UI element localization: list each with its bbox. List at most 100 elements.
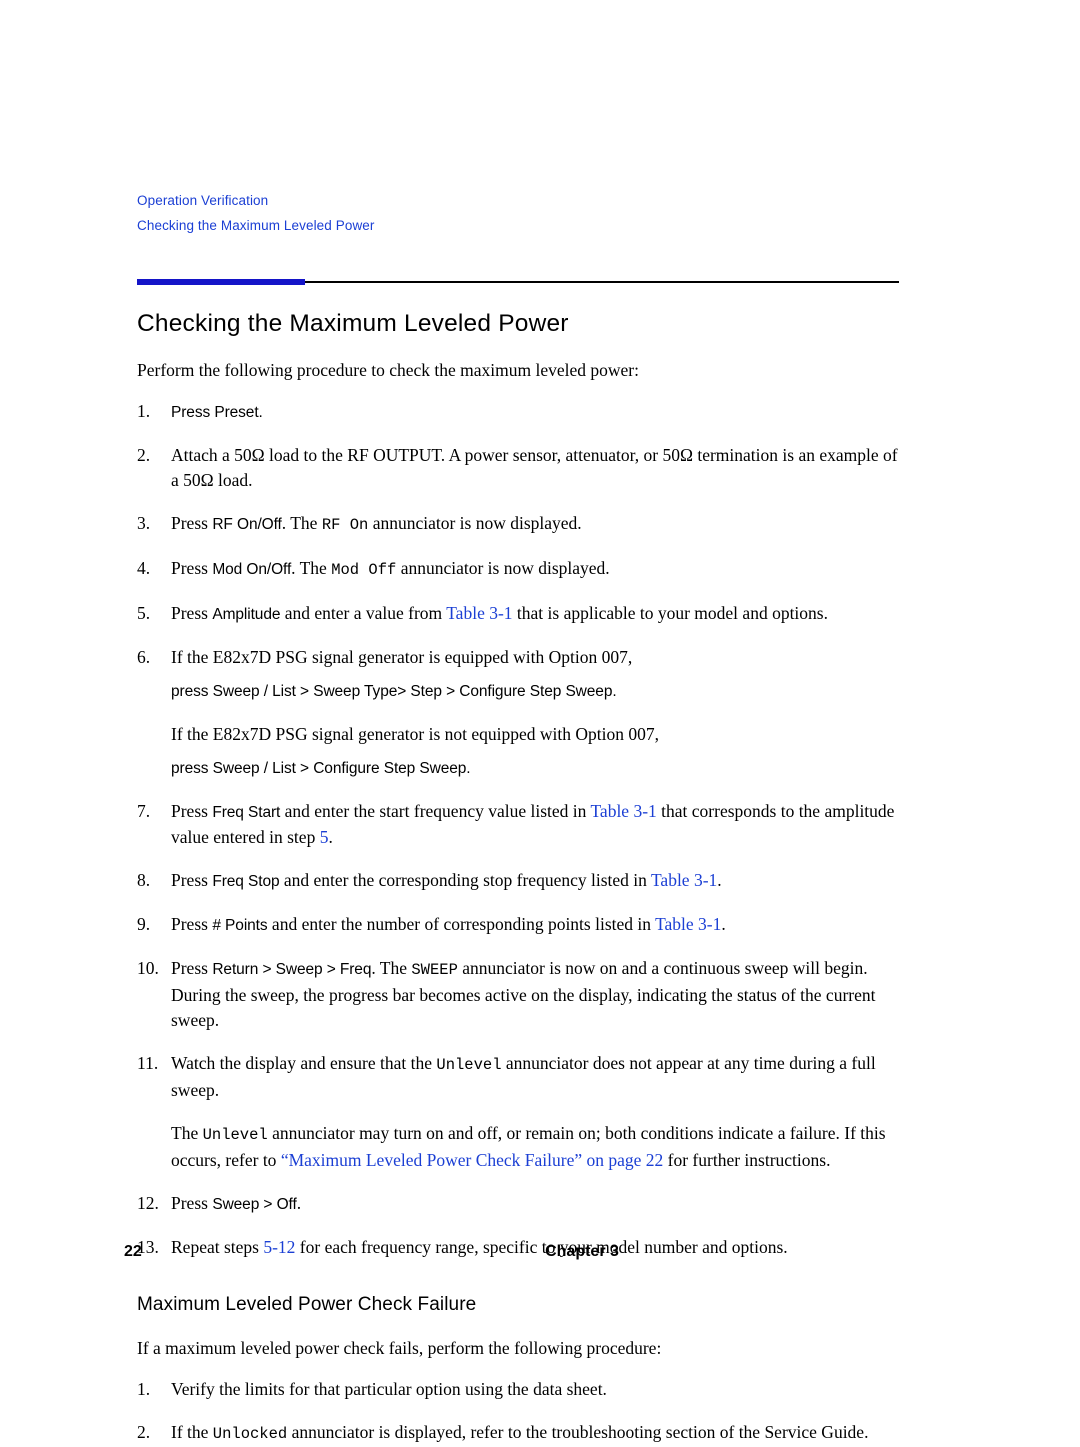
step5-text-c: that is applicable to your model and opt… xyxy=(512,603,828,623)
step12-softkey: Sweep > Off xyxy=(212,1196,297,1213)
step7-text-d: . xyxy=(328,827,333,847)
step11-annunciator: Unlevel xyxy=(436,1056,502,1074)
list-item-text: Press Amplitude and enter a value from T… xyxy=(171,603,828,623)
list-item-number: 4. xyxy=(137,558,151,578)
header-rule-black xyxy=(305,281,899,283)
step5-text-a: Press xyxy=(171,603,213,623)
list-item-text: Press RF On/Off. The RF On annunciator i… xyxy=(171,513,582,534)
table-cross-reference-link[interactable]: Table 3-1 xyxy=(655,914,721,934)
list-item-number: 1. xyxy=(137,1379,151,1399)
step11-paragraph-2: The Unlevel annunciator may turn on and … xyxy=(171,1121,899,1173)
list-item: 4. Press Mod On/Off. The Mod Off annunci… xyxy=(137,556,899,583)
list-item: 2. Attach a 50Ω load to the RF OUTPUT. A… xyxy=(137,443,899,493)
step10-text-a: Press xyxy=(171,958,213,978)
step3-softkey: RF On/Off xyxy=(212,516,282,533)
list-item-number: 2. xyxy=(137,445,151,465)
step9-text-c: . xyxy=(721,914,726,934)
list-item-number: 9. xyxy=(137,914,151,934)
step3-text-a: Press xyxy=(171,513,213,533)
step7-text-b: and enter the start frequency value list… xyxy=(280,801,591,821)
list-item-text: Press Freq Start and enter the start fre… xyxy=(171,801,894,847)
list-item-text: If the E82x7D PSG signal generator is eq… xyxy=(171,647,899,781)
list-item-number: 12. xyxy=(137,1193,159,1213)
document-page: Operation Verification Checking the Maxi… xyxy=(0,0,1080,1443)
step8-text-a: Press xyxy=(171,870,213,890)
table-cross-reference-link[interactable]: Table 3-1 xyxy=(590,801,656,821)
list-item-text: Press Freq Stop and enter the correspond… xyxy=(171,870,722,890)
step7-text-a: Press xyxy=(171,801,213,821)
list-item-text: If the Unlocked annunciator is displayed… xyxy=(171,1422,869,1443)
list-item: 11. Watch the display and ensure that th… xyxy=(137,1051,899,1173)
page-title: Checking the Maximum Leveled Power xyxy=(137,310,569,337)
list-item-text: Attach a 50Ω load to the RF OUTPUT. A po… xyxy=(171,445,898,490)
subsection-intro: If a maximum leveled power check fails, … xyxy=(137,1338,662,1358)
step11-p2-annunciator: Unlevel xyxy=(202,1126,268,1144)
step11-p2-text-a: The xyxy=(171,1123,203,1143)
list-item-text: Press Sweep > Off. xyxy=(171,1193,301,1213)
header-subsection-title: Checking the Maximum Leveled Power xyxy=(137,218,375,233)
list-item-number: 3. xyxy=(137,513,151,533)
step6-keypath-2: press Sweep / List > Configure Step Swee… xyxy=(171,760,471,777)
failure-procedure-list: 1. Verify the limits for that particular… xyxy=(137,1377,899,1447)
intro-paragraph: Perform the following procedure to check… xyxy=(137,360,639,380)
list-item: 10. Press Return > Sweep > Freq. The SWE… xyxy=(137,956,899,1033)
list-item: 3. Press RF On/Off. The RF On annunciato… xyxy=(137,511,899,538)
running-header: Operation Verification Checking the Maxi… xyxy=(137,188,897,238)
header-rule xyxy=(137,279,899,285)
list-item-number: 6. xyxy=(137,647,151,667)
list-item: 9. Press # Points and enter the number o… xyxy=(137,912,899,938)
subsection-title: Maximum Leveled Power Check Failure xyxy=(137,1294,477,1315)
list-item: 1. Verify the limits for that particular… xyxy=(137,1377,899,1402)
step4-text-a: Press xyxy=(171,558,213,578)
list-item: 1. Press Preset. xyxy=(137,399,899,425)
step4-text-c: annunciator is now displayed. xyxy=(396,558,610,578)
step12-text-a: Press xyxy=(171,1193,213,1213)
step12-text-b: . xyxy=(296,1193,302,1213)
step3-annunciator: RF On xyxy=(321,516,369,534)
list-item-number: 2. xyxy=(137,1422,151,1442)
footer-chapter-label: Chapter 3 xyxy=(545,1243,619,1260)
list-item: 8. Press Freq Stop and enter the corresp… xyxy=(137,868,899,894)
step6-keypath-1: press Sweep / List > Sweep Type> Step > … xyxy=(171,683,617,700)
list-item-text: Press Preset. xyxy=(171,401,263,421)
failure-step2-annunciator: Unlocked xyxy=(212,1425,288,1443)
step8-text-c: . xyxy=(717,870,722,890)
list-item: 6. If the E82x7D PSG signal generator is… xyxy=(137,645,899,781)
list-item-text: Press # Points and enter the number of c… xyxy=(171,914,726,934)
step11-p2-text-c: for further instructions. xyxy=(663,1150,831,1170)
list-item-number: 1. xyxy=(137,401,151,421)
step4-softkey: Mod On/Off xyxy=(212,561,292,578)
list-item-text: Press Return > Sweep > Freq. The SWEEP a… xyxy=(171,958,876,1030)
header-section-title: Operation Verification xyxy=(137,193,269,208)
list-item: 12. Press Sweep > Off. xyxy=(137,1191,899,1217)
step9-softkey: # Points xyxy=(212,917,268,934)
failure-step2-text-b: annunciator is displayed, refer to the t… xyxy=(287,1422,869,1442)
list-item-number: 7. xyxy=(137,801,151,821)
step6-text-a: If the E82x7D PSG signal generator is eq… xyxy=(171,647,633,667)
step1-key: Press Preset. xyxy=(171,404,263,421)
step9-text-a: Press xyxy=(171,914,213,934)
table-cross-reference-link[interactable]: Table 3-1 xyxy=(446,603,512,623)
step9-text-b: and enter the number of corresponding po… xyxy=(267,914,656,934)
list-item: 5. Press Amplitude and enter a value fro… xyxy=(137,601,899,627)
step5-text-b: and enter a value from xyxy=(280,603,447,623)
page-footer: 22 Chapter 3 xyxy=(0,1243,1080,1273)
list-item: 7. Press Freq Start and enter the start … xyxy=(137,799,899,850)
list-item-text: Verify the limits for that particular op… xyxy=(171,1379,607,1399)
step8-text-b: and enter the corresponding stop frequen… xyxy=(279,870,651,890)
list-item-number: 10. xyxy=(137,958,159,978)
step3-text-b: . The xyxy=(281,513,322,533)
list-item-number: 8. xyxy=(137,870,151,890)
step4-text-b: . The xyxy=(291,558,332,578)
list-item-number: 11. xyxy=(137,1053,159,1073)
step8-softkey: Freq Stop xyxy=(212,873,280,890)
table-cross-reference-link[interactable]: Table 3-1 xyxy=(651,870,717,890)
step3-text-c: annunciator is now displayed. xyxy=(368,513,582,533)
step11-text-a: Watch the display and ensure that the xyxy=(171,1053,437,1073)
step10-text-b: . The xyxy=(371,958,412,978)
step6-text-b: If the E82x7D PSG signal generator is no… xyxy=(171,724,659,744)
step10-softkey: Return > Sweep > Freq xyxy=(212,961,372,978)
list-item-text: Watch the display and ensure that the Un… xyxy=(171,1053,899,1173)
section-cross-reference-link[interactable]: “Maximum Leveled Power Check Failure” on… xyxy=(281,1150,663,1170)
list-item-text: Press Mod On/Off. The Mod Off annunciato… xyxy=(171,558,610,579)
